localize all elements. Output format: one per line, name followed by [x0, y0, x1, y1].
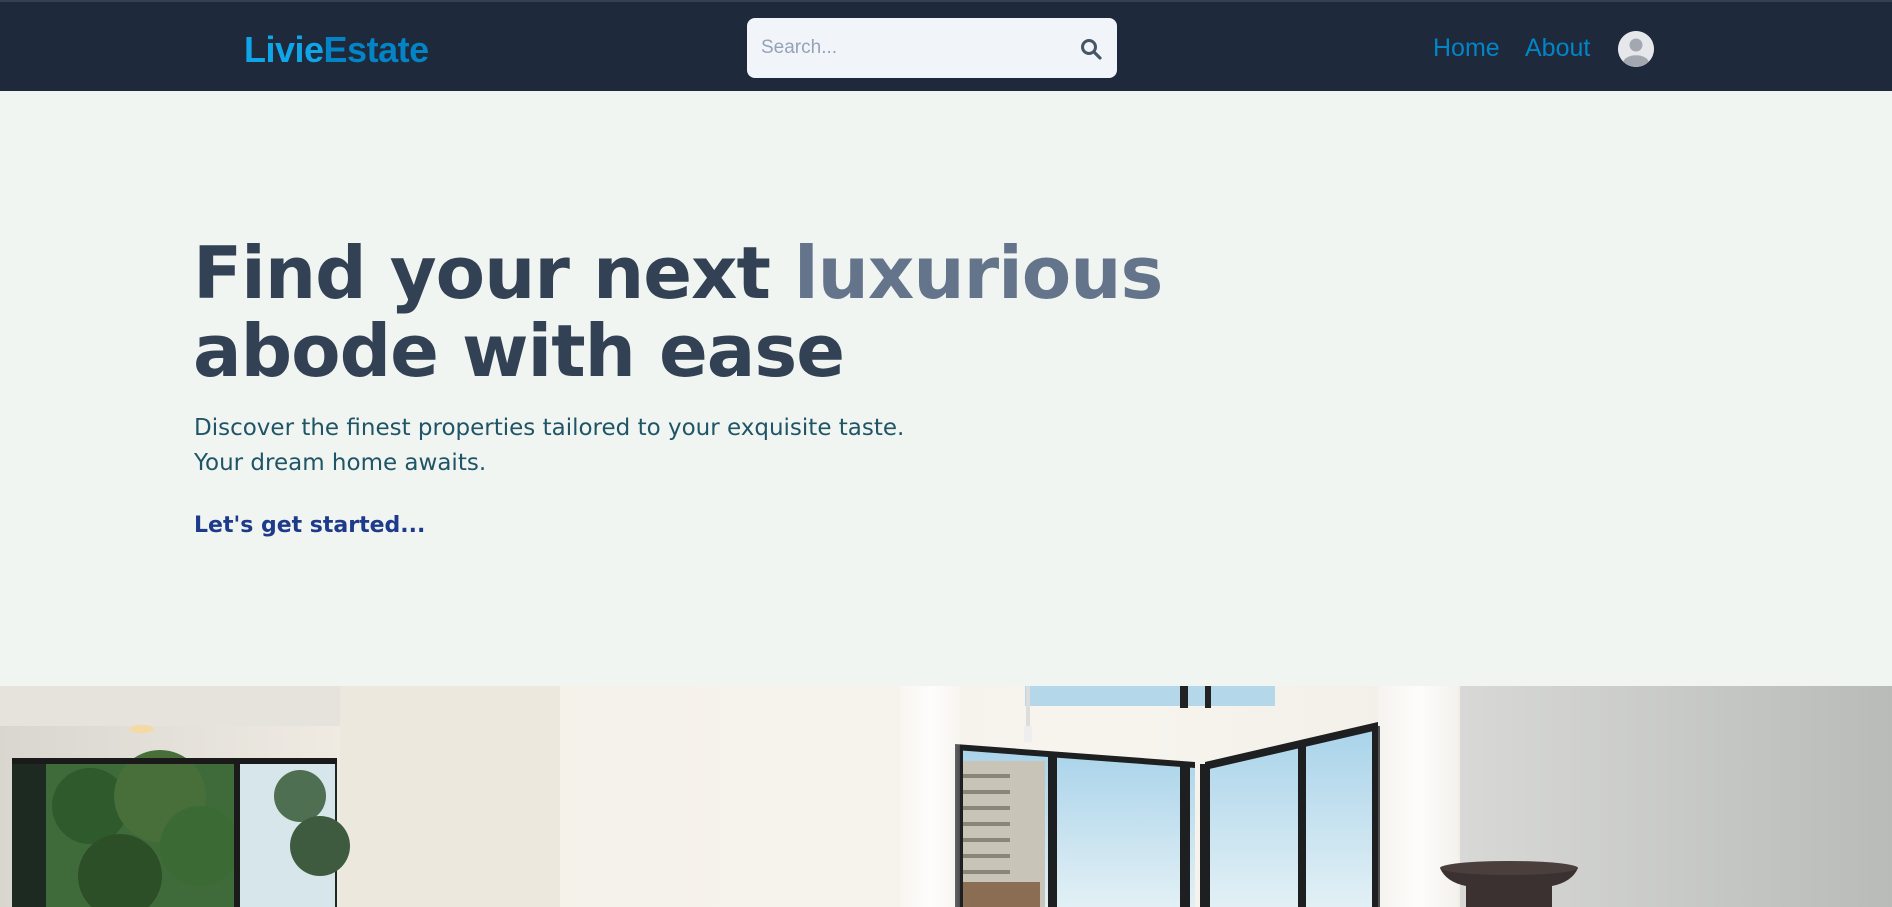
user-avatar-icon[interactable] [1618, 31, 1654, 67]
get-started-link[interactable]: Let's get started... [194, 513, 425, 538]
hero-subtitle: Discover the finest properties tailored … [194, 411, 1094, 481]
hero-subtitle-line1: Discover the finest properties tailored … [194, 415, 905, 441]
hero-title-lead: Find your next [193, 231, 794, 315]
search-form [747, 18, 1117, 78]
nav-link-home[interactable]: Home [1433, 32, 1500, 64]
search-input[interactable] [761, 18, 1061, 78]
brand-name-part2: Estate [323, 29, 430, 70]
interior-photo [0, 686, 1892, 907]
hero-subtitle-line2: Your dream home awaits. [194, 450, 487, 476]
brand-name-part1: Livie [244, 29, 324, 70]
brand-logo[interactable]: LivieEstate [244, 28, 429, 72]
hero-section: Find your next luxurious abode with ease… [0, 91, 1892, 686]
nav-link-about[interactable]: About [1525, 32, 1590, 64]
hero-title-accent: luxurious [793, 231, 1163, 315]
hero-title: Find your next luxurious abode with ease [193, 234, 1193, 390]
search-icon[interactable] [1079, 37, 1103, 61]
top-navbar: LivieEstate Home About [0, 0, 1892, 91]
hero-title-tail: abode with ease [193, 309, 845, 393]
